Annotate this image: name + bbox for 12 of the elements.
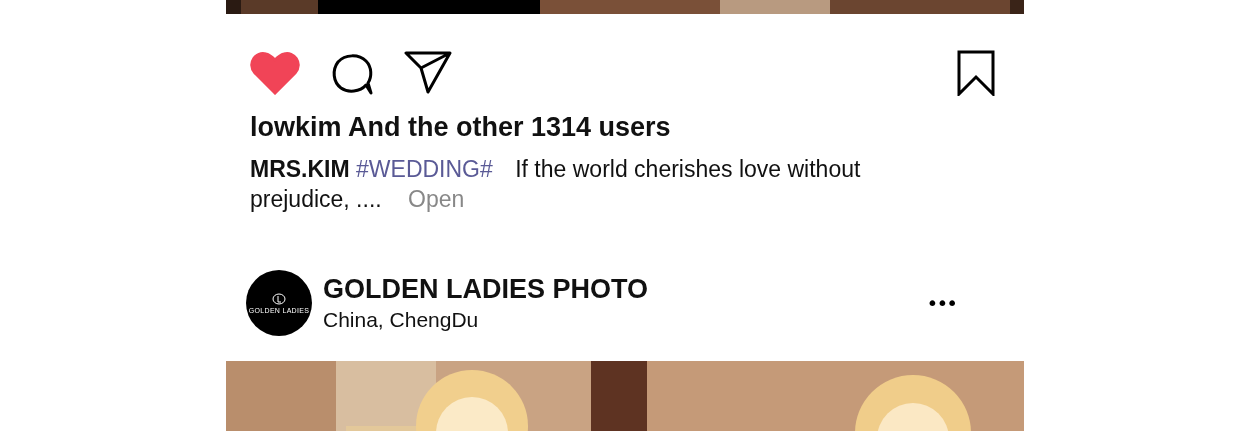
- location-text: China, ChengDu: [323, 307, 480, 333]
- more-button[interactable]: •••: [926, 291, 956, 315]
- comment-icon[interactable]: [330, 51, 374, 95]
- hashtag-link[interactable]: #WEDDING#: [356, 156, 493, 182]
- bookmark-icon[interactable]: [957, 50, 995, 96]
- send-icon[interactable]: [404, 51, 452, 95]
- logo-icon: [272, 292, 286, 305]
- heart-icon[interactable]: [250, 51, 300, 95]
- account-name[interactable]: GOLDEN LADIES PHOTO: [323, 272, 649, 306]
- likes-count: lowkim And the other 1314 users: [250, 111, 672, 144]
- open-link[interactable]: Open: [408, 186, 465, 212]
- caption-text: MRS.KIM #WEDDING# If the world cherishes love without prejudice, .... Open: [250, 155, 862, 214]
